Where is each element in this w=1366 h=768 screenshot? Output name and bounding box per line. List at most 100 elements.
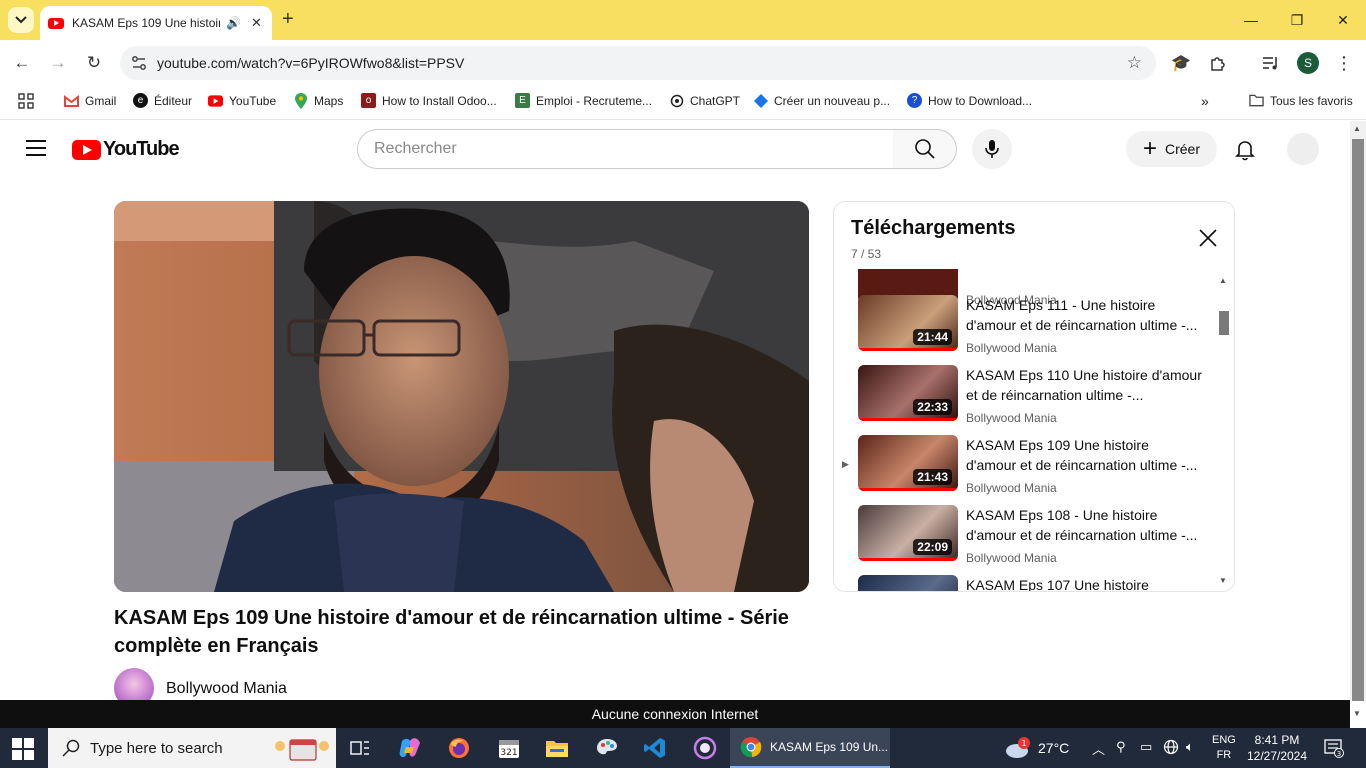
scroll-up-icon[interactable]: ▲ xyxy=(1219,276,1227,285)
create-icon xyxy=(753,93,768,108)
copilot-icon[interactable] xyxy=(396,734,424,762)
playlist-scroll-thumb[interactable] xyxy=(1219,311,1229,335)
taskbar-chrome-window[interactable]: KASAM Eps 109 Un... xyxy=(730,728,890,768)
bookmark-download[interactable]: ? How to Download... xyxy=(907,93,1032,108)
notification-count: 3 xyxy=(1337,750,1341,758)
back-button[interactable]: ← xyxy=(9,50,35,76)
chrome-icon xyxy=(740,737,762,758)
bookmark-label: Emploi - Recruteme... xyxy=(536,93,653,108)
playlist-item-channel: Bollywood Mania xyxy=(966,341,1057,355)
weather-widget[interactable]: 1 27°C xyxy=(1004,736,1069,760)
playlist-item-current[interactable]: ▶ 21:43 KASAM Eps 109 Une histoire d'amo… xyxy=(834,435,1226,505)
page-scrollbar[interactable]: ▲ ▼ xyxy=(1350,121,1366,718)
all-bookmarks-button[interactable]: Tous les favoris xyxy=(1249,93,1353,108)
paint-app-icon[interactable] xyxy=(593,734,621,762)
site-info-icon[interactable] xyxy=(130,54,148,72)
vscode-icon[interactable] xyxy=(641,734,669,762)
notification-center-icon[interactable]: 3 xyxy=(1324,738,1344,758)
volume-icon[interactable]: 🔈︎ xyxy=(1186,739,1194,755)
bookmark-editeur[interactable]: e Éditeur xyxy=(133,93,192,108)
calendar-highlight-icon xyxy=(275,739,329,761)
tab-close-icon[interactable]: ✕ xyxy=(251,15,262,31)
playlist-item[interactable]: 22:33 KASAM Eps 110 Une histoire d'amour… xyxy=(834,365,1226,435)
bookmark-maps[interactable]: Maps xyxy=(293,92,344,109)
search-input[interactable]: Rechercher xyxy=(357,129,894,169)
scroll-up-icon[interactable]: ▲ xyxy=(1353,124,1361,133)
playlist-scrollbar[interactable]: ▲ ▼ xyxy=(1217,272,1229,590)
media-control-icon[interactable] xyxy=(1260,52,1282,74)
bookmark-creer[interactable]: Créer un nouveau p... xyxy=(753,93,890,108)
firefox-icon[interactable] xyxy=(445,734,473,762)
user-avatar[interactable] xyxy=(1287,133,1319,165)
bookmark-gmail[interactable]: Gmail xyxy=(64,93,116,108)
profile-avatar[interactable]: S xyxy=(1297,52,1319,74)
scroll-down-icon[interactable]: ▼ xyxy=(1353,709,1361,718)
bookmark-emploi[interactable]: E Emploi - Recruteme... xyxy=(515,93,652,108)
offline-banner: Aucune connexion Internet xyxy=(0,700,1350,728)
camera-tray-icon[interactable]: ⚲ xyxy=(1116,739,1126,755)
restore-button[interactable]: ❐ xyxy=(1274,0,1320,40)
new-tab-button[interactable]: + xyxy=(282,8,294,31)
channel-name[interactable]: Bollywood Mania xyxy=(166,680,287,698)
speaker-icon[interactable]: 🔊 xyxy=(226,16,241,30)
extension-hat-icon[interactable]: 🎓 xyxy=(1170,52,1192,74)
forward-button[interactable]: → xyxy=(45,50,71,76)
show-hidden-icons-chevron-icon[interactable]: ︿ xyxy=(1092,739,1105,758)
bookmark-label: Maps xyxy=(314,93,344,108)
hamburger-menu-icon[interactable] xyxy=(26,140,46,158)
now-playing-icon: ▶ xyxy=(842,459,849,469)
youtube-favicon-icon xyxy=(48,17,64,29)
task-view-icon[interactable] xyxy=(346,734,374,762)
language-code: ENG xyxy=(1212,734,1236,746)
playlist-title[interactable]: Téléchargements xyxy=(851,217,1016,240)
reload-button[interactable]: ↻ xyxy=(81,50,107,76)
playlist-item-title: KASAM Eps 110 Une histoire d'amour et de… xyxy=(966,367,1202,403)
media-player-icon[interactable] xyxy=(691,734,719,762)
taskbar-search-box[interactable]: Type here to search xyxy=(48,728,336,768)
windows-start-icon[interactable] xyxy=(12,738,34,760)
minimize-button[interactable]: — xyxy=(1228,0,1274,40)
extensions-puzzle-icon[interactable] xyxy=(1207,52,1229,74)
bookmark-odoo[interactable]: o How to Install Odoo... xyxy=(361,93,497,108)
more-bookmarks-icon[interactable]: » xyxy=(1201,93,1209,109)
playlist-item[interactable]: KASAM Eps 107 Une histoire xyxy=(834,575,1226,591)
voice-search-button[interactable] xyxy=(972,129,1012,169)
network-globe-icon[interactable] xyxy=(1163,739,1179,758)
browser-tab-active[interactable]: KASAM Eps 109 Une histoire d'amour et de… xyxy=(40,6,272,40)
bookmark-youtube[interactable]: YouTube xyxy=(208,93,276,108)
tab-search-button[interactable] xyxy=(8,7,34,33)
battery-plug-icon[interactable]: ▭ xyxy=(1140,739,1152,755)
apps-grid-icon[interactable] xyxy=(18,93,34,109)
playlist-close-icon[interactable] xyxy=(1196,226,1220,250)
language-indicator[interactable]: ENG FR xyxy=(1212,733,1236,763)
close-window-button[interactable]: ✕ xyxy=(1320,0,1366,40)
playlist-item[interactable]: 21:44 KASAM Eps 111 - Une histoire d'amo… xyxy=(834,295,1226,365)
bookmark-label: Éditeur xyxy=(154,93,193,108)
bookmark-chatgpt[interactable]: ChatGPT xyxy=(669,93,740,108)
playlist-item-title: KASAM Eps 111 - Une histoire d'amour et … xyxy=(966,297,1198,333)
create-label: Créer xyxy=(1165,141,1201,157)
chrome-menu-icon[interactable]: ⋮ xyxy=(1333,52,1355,74)
page-scroll-thumb[interactable] xyxy=(1352,139,1364,701)
scroll-down-icon[interactable]: ▼ xyxy=(1219,576,1227,585)
search-button[interactable] xyxy=(893,129,957,169)
notifications-bell-icon[interactable] xyxy=(1233,137,1257,161)
video-player[interactable] xyxy=(114,201,809,592)
system-clock[interactable]: 8:41 PM 12/27/2024 xyxy=(1246,732,1308,764)
playlist-item[interactable]: 22:09 KASAM Eps 108 - Une histoire d'amo… xyxy=(834,505,1226,575)
bookmark-star-icon[interactable]: ☆ xyxy=(1127,53,1142,73)
microphone-icon xyxy=(985,140,999,158)
playlist-items: Bollywood Mania 21:44 KASAM Eps 111 - Un… xyxy=(834,269,1226,591)
calendar-app-icon[interactable]: 321 xyxy=(495,734,523,762)
job-icon: E xyxy=(515,93,530,108)
editor-icon: e xyxy=(133,93,148,108)
clock-date: 12/27/2024 xyxy=(1246,749,1308,763)
playlist-item-channel: Bollywood Mania xyxy=(966,551,1057,565)
file-explorer-icon[interactable] xyxy=(543,734,571,762)
chevron-down-icon xyxy=(15,16,27,24)
address-bar[interactable]: youtube.com/watch?v=6PyIROWfwo8&list=PPS… xyxy=(120,46,1156,80)
create-button[interactable]: + Créer xyxy=(1126,131,1217,167)
playlist-thumbnail: 21:44 xyxy=(858,295,958,351)
youtube-logo[interactable]: YouTube xyxy=(72,138,180,161)
plus-icon: + xyxy=(1142,135,1157,162)
